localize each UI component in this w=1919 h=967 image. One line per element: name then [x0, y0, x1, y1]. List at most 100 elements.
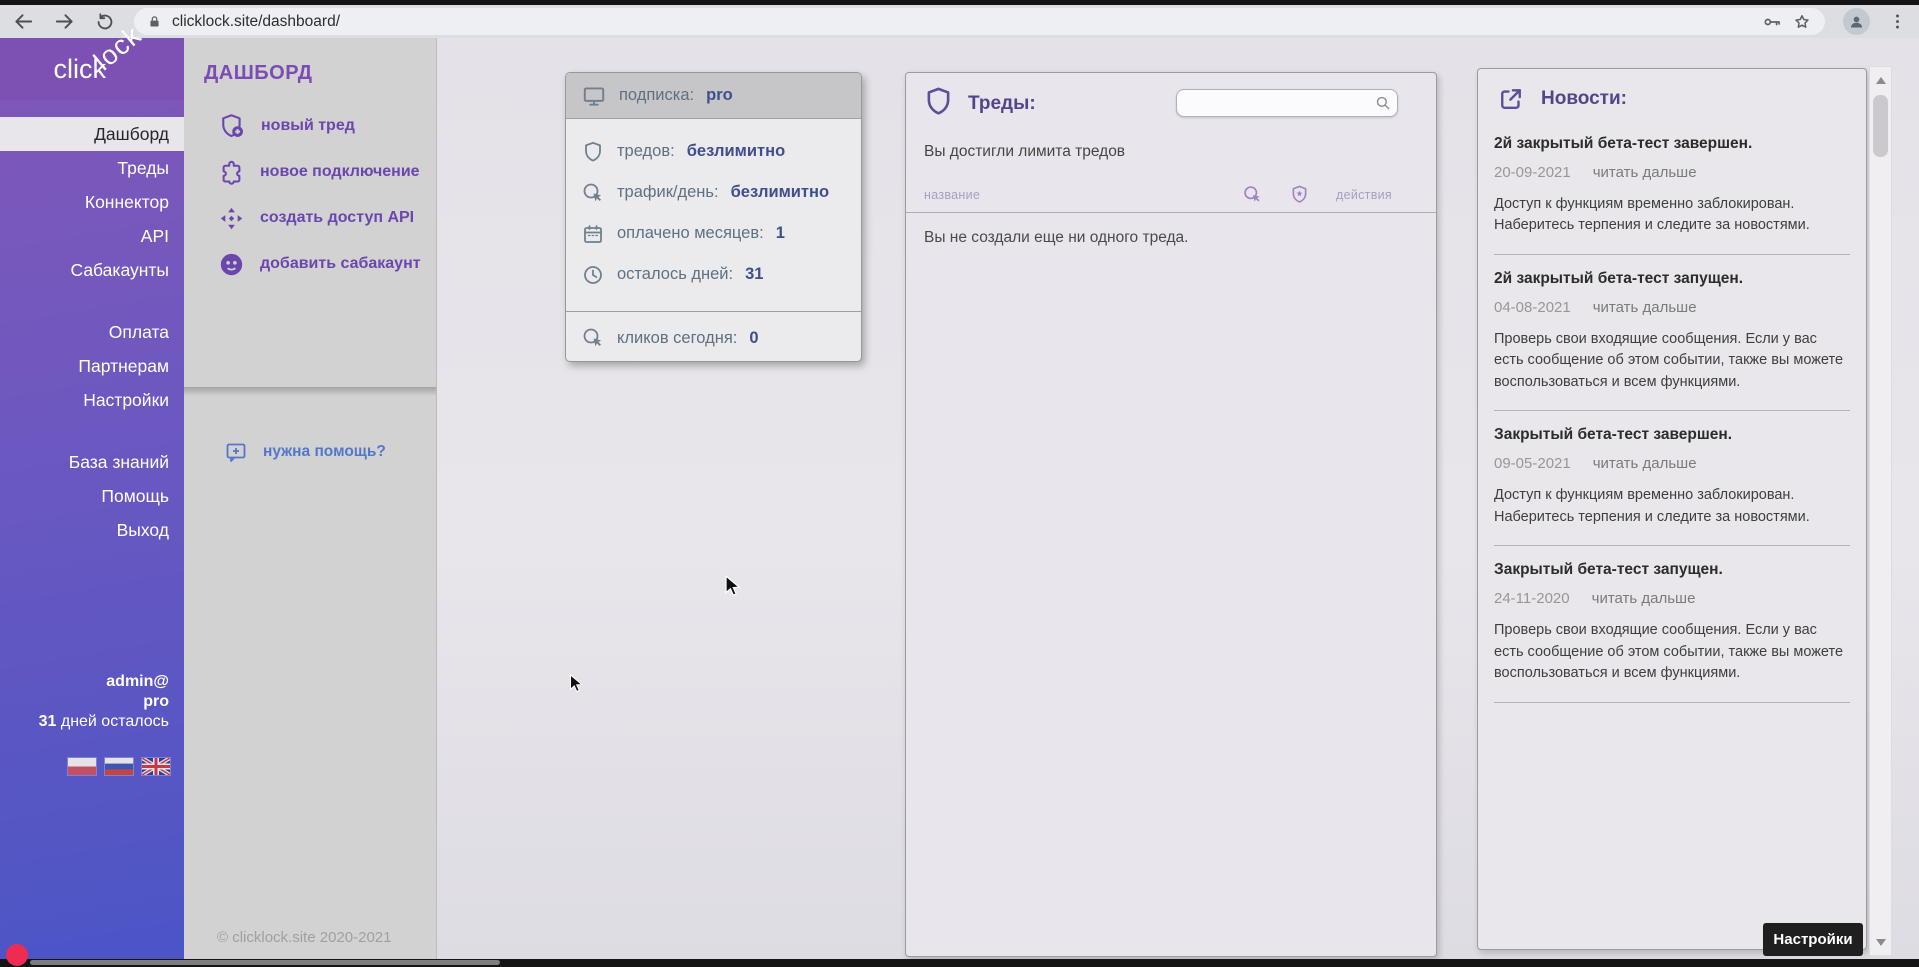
need-help-link[interactable]: нужна помощь?	[184, 440, 436, 464]
scroll-down-button[interactable]	[1870, 931, 1891, 953]
sidebar-item-api[interactable]: API	[0, 219, 184, 253]
screen: clicklock.site/dashboard/ clicklock Дашб…	[0, 0, 1919, 967]
sidebar-item-dashboard[interactable]: Дашборд	[0, 117, 184, 151]
subaccount-face-icon	[218, 251, 245, 278]
scrollbar-thumb[interactable]	[1873, 95, 1888, 157]
forward-button[interactable]	[53, 10, 76, 33]
bookmark-star-icon[interactable]	[1792, 12, 1812, 32]
threads-search	[1176, 89, 1398, 117]
create-api-access-button[interactable]: создать доступ API	[184, 195, 436, 241]
add-subaccount-button[interactable]: добавить сабакаунт	[184, 241, 436, 287]
action-label: новый тред	[261, 117, 355, 135]
subscription-row-days: осталось дней: 31	[566, 254, 861, 295]
settings-overlay-button[interactable]: Настройки	[1763, 923, 1863, 956]
video-progress-bar[interactable]	[30, 960, 500, 965]
clicklock-logo[interactable]: clicklock	[0, 38, 184, 100]
sidebar-item-partners[interactable]: Партнерам	[0, 349, 184, 383]
sidebar-item-help[interactable]: Помощь	[0, 479, 184, 513]
news-item-body: Доступ к функциям временно заблокирован.…	[1494, 194, 1850, 237]
sidebar-item-subaccounts[interactable]: Сабакаунты	[0, 253, 184, 287]
user-info: admin@ pro 31 дней осталось	[39, 672, 169, 732]
subscription-row-months: оплачено месяцев: 1	[566, 213, 861, 254]
sidebar-item-payment[interactable]: Оплата	[0, 315, 184, 349]
subscription-row-traffic: трафик/день: безлимитно	[566, 172, 861, 213]
panel-shadow-divider	[184, 387, 436, 396]
click-icon	[581, 326, 605, 350]
news-item: 2й закрытый бета-тест завершен. 20-09-20…	[1494, 120, 1850, 255]
menu-gap	[0, 417, 184, 445]
subscription-clicks-row: кликов сегодня: 0	[566, 311, 861, 362]
page-scrollbar[interactable]	[1869, 66, 1892, 956]
threads-header-icons: действия	[1242, 184, 1392, 205]
puzzle-icon	[218, 159, 245, 186]
news-item-date: 24-11-2020	[1494, 590, 1570, 607]
sidebar-item-connector[interactable]: Коннектор	[0, 185, 184, 219]
scroll-down-icon	[1876, 939, 1886, 946]
read-more-link[interactable]: читать дальше	[1593, 455, 1697, 472]
news-item-body: Проверь свои входящие сообщения. Если у …	[1494, 329, 1850, 393]
language-switcher	[68, 758, 170, 775]
shield-star-icon	[1289, 184, 1310, 205]
subscription-label: подписка:	[619, 86, 694, 105]
mouse-cursor-icon	[723, 575, 743, 597]
read-more-link[interactable]: читать дальше	[1592, 590, 1696, 607]
threads-empty-message: Вы не создали еще ни одного треда.	[924, 229, 1188, 247]
threads-panel: Треды: Вы достигли лимита тредов названи…	[905, 72, 1437, 957]
back-icon	[12, 10, 35, 33]
clock-icon	[581, 263, 605, 287]
browser-menu-button[interactable]	[1888, 12, 1907, 31]
news-item-date: 09-05-2021	[1494, 455, 1571, 472]
news-item-title: Закрытый бета-тест завершен.	[1494, 426, 1850, 444]
news-header: Новости:	[1494, 69, 1850, 120]
read-more-link[interactable]: читать дальше	[1593, 164, 1697, 181]
shield-icon	[581, 140, 605, 164]
back-button[interactable]	[12, 10, 35, 33]
action-label: новое подключение	[260, 163, 420, 181]
new-thread-button[interactable]: новый тред	[184, 103, 436, 149]
news-item: 2й закрытый бета-тест запущен. 04-08-202…	[1494, 255, 1850, 411]
shield-plus-icon	[218, 112, 246, 140]
action-label: создать доступ API	[260, 209, 414, 227]
subscription-card: подписка: pro тредов: безлимитно	[565, 72, 862, 362]
sidebar-item-settings[interactable]: Настройки	[0, 383, 184, 417]
video-player-strip	[0, 959, 1919, 967]
lock-icon	[147, 14, 162, 29]
menu-dots-icon	[1888, 12, 1907, 31]
help-link-label: нужна помощь?	[263, 443, 386, 461]
key-icon[interactable]	[1762, 12, 1782, 32]
user-plan: pro	[39, 692, 169, 712]
url-text: clicklock.site/dashboard/	[172, 13, 340, 31]
address-bar[interactable]: clicklock.site/dashboard/	[134, 8, 1825, 35]
user-days-left: 31 дней осталось	[39, 712, 169, 732]
polish-flag-icon[interactable]	[68, 758, 96, 775]
new-connection-button[interactable]: новое подключение	[184, 149, 436, 195]
read-more-link[interactable]: читать дальше	[1593, 299, 1697, 316]
russian-flag-icon[interactable]	[105, 758, 133, 775]
threads-table-header: название действия	[906, 177, 1436, 213]
record-dot	[6, 944, 28, 966]
menu-gap	[0, 287, 184, 315]
move-arrows-icon	[218, 205, 245, 232]
sidebar-item-knowledge-base[interactable]: База знаний	[0, 445, 184, 479]
dashboard-panel-title: ДАШБОРД	[184, 38, 436, 85]
monitor-icon	[581, 83, 607, 109]
click-icon	[1242, 184, 1263, 205]
news-item: Закрытый бета-тест завершен. 09-05-2021 …	[1494, 411, 1850, 546]
news-item-title: 2й закрытый бета-тест завершен.	[1494, 135, 1850, 153]
browser-toolbar: clicklock.site/dashboard/	[0, 5, 1919, 38]
user-email: admin@	[39, 672, 169, 692]
scroll-up-button[interactable]	[1870, 69, 1891, 91]
threads-limit-message: Вы достигли лимита тредов	[924, 143, 1125, 161]
british-flag-icon[interactable]	[142, 758, 170, 775]
news-item-date: 20-09-2021	[1494, 164, 1571, 181]
sidebar-item-threads[interactable]: Треды	[0, 151, 184, 185]
threads-search-input[interactable]	[1177, 91, 1374, 115]
profile-avatar[interactable]	[1843, 8, 1870, 35]
news-item-title: Закрытый бета-тест запущен.	[1494, 561, 1850, 579]
refresh-button[interactable]	[94, 11, 116, 33]
scroll-up-icon	[1876, 77, 1886, 84]
search-icon[interactable]	[1374, 94, 1399, 112]
chat-plus-icon	[224, 440, 248, 464]
sidebar-item-logout[interactable]: Выход	[0, 513, 184, 547]
main-area: подписка: pro тредов: безлимитно	[437, 38, 1919, 959]
